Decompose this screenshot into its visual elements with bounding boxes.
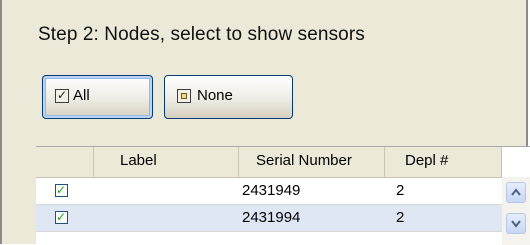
column-header-depl[interactable]: Depl # xyxy=(385,147,502,177)
select-all-label: All xyxy=(73,87,90,104)
nodes-panel: Step 2: Nodes, select to show sensors ✓ … xyxy=(0,0,530,245)
select-none-label: None xyxy=(197,87,233,104)
chevron-down-icon xyxy=(511,220,521,228)
row-serial-number: 2431949 xyxy=(242,182,301,199)
select-none-button[interactable]: None xyxy=(164,75,293,119)
row-serial-number: 2431994 xyxy=(242,209,301,226)
row-depl: 2 xyxy=(396,182,405,199)
column-header-serial-number[interactable]: Serial Number xyxy=(239,147,385,177)
table-row[interactable]: ✓ 2431994 2 xyxy=(36,205,502,232)
checkmark-icon: ✓ xyxy=(56,210,67,224)
checked-box-icon: ✓ xyxy=(55,88,69,103)
table-header: Label Serial Number Depl # xyxy=(36,147,502,178)
select-all-button[interactable]: ✓ All xyxy=(42,75,153,119)
column-header-label[interactable]: Label xyxy=(94,147,239,177)
empty-box-icon xyxy=(177,89,191,103)
scroll-down-button[interactable] xyxy=(506,213,526,234)
checkmark-icon: ✓ xyxy=(56,183,67,197)
chevron-up-icon xyxy=(511,188,521,196)
nodes-table: Label Serial Number Depl # ✓ 2431949 2 ✓… xyxy=(36,146,530,245)
scroll-up-button[interactable] xyxy=(506,182,526,203)
row-depl: 2 xyxy=(396,209,405,226)
row-checkbox[interactable]: ✓ xyxy=(55,210,68,224)
row-checkbox[interactable]: ✓ xyxy=(55,183,68,197)
column-header-check[interactable] xyxy=(36,147,94,177)
step-title: Step 2: Nodes, select to show sensors xyxy=(38,24,365,45)
vertical-scrollbar[interactable] xyxy=(502,177,530,245)
table-row[interactable]: ✓ 2431949 2 xyxy=(36,178,502,205)
